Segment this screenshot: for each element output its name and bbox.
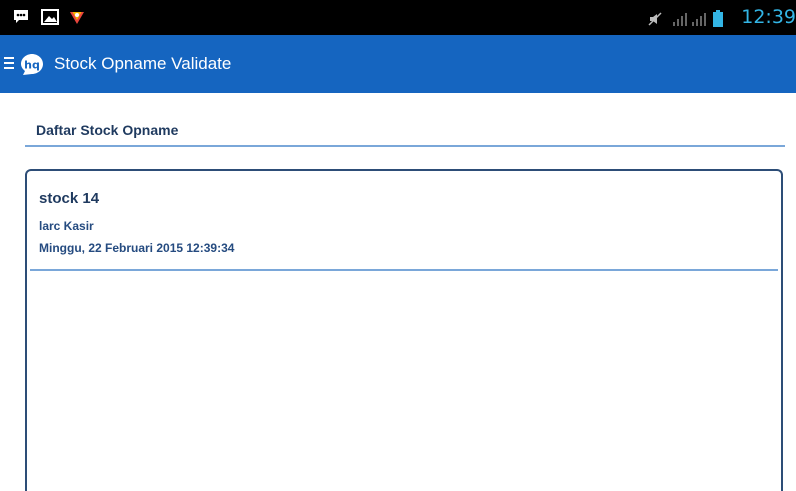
battery-icon [713, 10, 723, 27]
vivo-icon [70, 12, 84, 24]
screen: 12:39 hq Stock Opname Validate Daftar St… [0, 0, 796, 491]
mute-icon [648, 12, 662, 26]
card-user: larc Kasir [39, 219, 94, 233]
app-logo-icon[interactable]: hq [20, 53, 44, 76]
menu-icon[interactable] [4, 57, 14, 71]
section-divider [25, 145, 785, 147]
svg-text:hq: hq [24, 59, 40, 72]
card-date: Minggu, 22 Februari 2015 12:39:34 [39, 241, 235, 255]
section-title: Daftar Stock Opname [36, 122, 179, 138]
gallery-icon [41, 9, 59, 25]
card-title: stock 14 [39, 190, 100, 207]
bbm-icon [14, 10, 28, 23]
card-divider [30, 269, 778, 271]
action-bar: hq Stock Opname Validate [0, 35, 796, 93]
clock: 12:39 [741, 6, 796, 28]
app-title: Stock Opname Validate [54, 54, 232, 73]
signal-icon [692, 13, 706, 26]
stock-opname-card[interactable]: stock 14 larc Kasir Minggu, 22 Februari … [25, 169, 783, 491]
signal-icon [673, 13, 687, 26]
status-bar: 12:39 [0, 0, 796, 35]
